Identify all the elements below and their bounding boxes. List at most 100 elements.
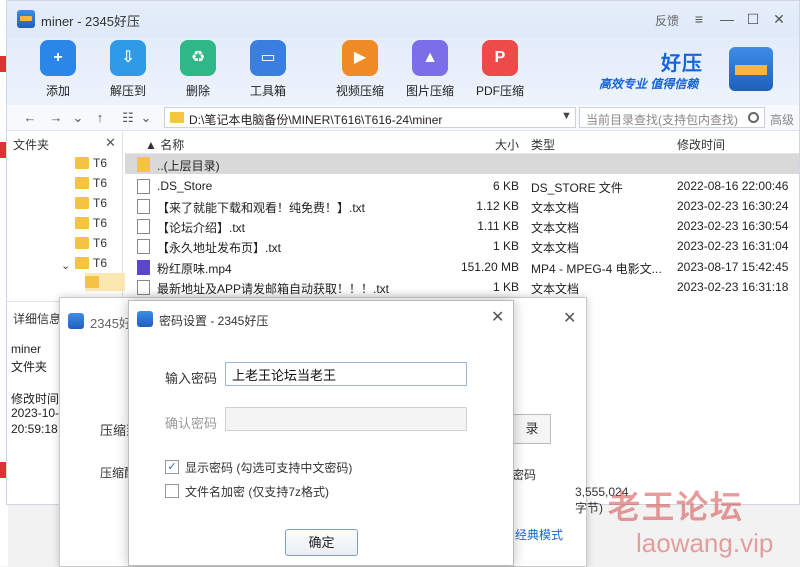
list-item[interactable]: 最新地址及APP请发邮箱自动获取！！！.txt 1 KB 文本文档 2023-0… xyxy=(125,277,799,297)
back-arrow-icon[interactable]: ← xyxy=(21,109,39,127)
tree-item[interactable]: T6 xyxy=(75,174,115,192)
file-size: 6 KB xyxy=(492,179,519,193)
tree-expand-icon[interactable]: ⌄ xyxy=(61,259,70,272)
details-title: 详细信息 xyxy=(13,312,62,326)
show-password-checkbox[interactable]: ✓ xyxy=(165,460,179,474)
text-file-icon xyxy=(137,199,150,214)
file-icon xyxy=(137,179,150,194)
folder-icon xyxy=(75,157,89,169)
file-type: 文本文档 xyxy=(531,282,580,296)
file-type: MP4 - MPEG-4 电影文... xyxy=(531,262,662,276)
file-name: 【来了就能下载和观看！纯免费！】.txt xyxy=(157,201,366,215)
menu-icon[interactable]: ≡ xyxy=(689,9,709,29)
brand-title: 好压 xyxy=(661,53,703,75)
image-compress-button[interactable]: ▲ 图片压缩 xyxy=(395,37,465,105)
name-column-header[interactable]: ▲ 名称 xyxy=(145,136,184,153)
chevron-down-icon[interactable]: ⌄ xyxy=(69,109,87,127)
brand-logo-icon xyxy=(729,47,773,91)
file-name: 最新地址及APP请发邮箱自动获取！！！.txt xyxy=(157,282,390,296)
file-name: 【永久地址发布页】.txt xyxy=(157,241,282,255)
maximize-button[interactable]: ☐ xyxy=(743,9,763,29)
toolbox-icon: ▭ xyxy=(250,40,286,76)
video-icon: ▶ xyxy=(342,40,378,76)
forward-arrow-icon[interactable]: → xyxy=(47,109,65,127)
type-column-header[interactable]: 类型 xyxy=(531,136,555,153)
list-item[interactable]: 粉红原味.mp4 151.20 MB MP4 - MPEG-4 电影文... 2… xyxy=(125,257,799,277)
folder-icon xyxy=(75,257,89,269)
encrypt-filenames-checkbox[interactable] xyxy=(165,484,179,498)
app-logo-icon xyxy=(137,311,153,327)
sidebar-close-icon[interactable]: ✕ xyxy=(105,135,116,151)
text-file-icon xyxy=(137,239,150,254)
video-compress-label: 视频压缩 xyxy=(335,84,384,98)
search-input[interactable]: 当前目录查找(支持包内查找) xyxy=(579,107,765,128)
view-dropdown-icon[interactable]: ⌄ xyxy=(137,109,155,127)
list-item[interactable]: 【来了就能下载和观看！纯免费！】.txt 1.12 KB 文本文档 2023-0… xyxy=(125,196,799,216)
view-mode-icon[interactable]: ☷ xyxy=(119,109,137,127)
delete-label: 删除 xyxy=(185,84,210,98)
app-logo-icon xyxy=(68,313,84,329)
password-button[interactable]: 密码 xyxy=(512,466,536,483)
list-item[interactable]: 【论坛介绍】.txt 1.11 KB 文本文档 2023-02-23 16:30… xyxy=(125,216,799,236)
file-size: 1.12 KB xyxy=(476,199,519,213)
search-placeholder: 当前目录查找(支持包内查找) xyxy=(586,113,738,127)
advanced-search-button[interactable]: 高级 xyxy=(770,111,794,128)
extract-box-icon: ⇩ xyxy=(110,40,146,76)
details-modified-label: 修改时间 xyxy=(11,392,60,406)
extract-button[interactable]: ⇩ 解压到 xyxy=(93,37,163,105)
video-file-icon xyxy=(137,260,150,275)
details-panel: 详细信息 miner 文件夹 修改时间 2023-10- 20:59:18 xyxy=(7,301,67,501)
search-icon[interactable] xyxy=(748,112,759,123)
video-compress-button[interactable]: ▶ 视频压缩 xyxy=(325,37,395,105)
tree-item[interactable]: T6 xyxy=(75,254,115,272)
file-type: DS_STORE 文件 xyxy=(531,181,623,195)
size-column-header[interactable]: 大小 xyxy=(495,136,519,153)
sidebar-header: 文件夹 xyxy=(13,138,50,152)
tree-item[interactable]: T6 xyxy=(75,234,115,252)
file-size: 1.11 KB xyxy=(477,219,519,233)
list-item-parent[interactable]: ..(上层目录) xyxy=(125,154,799,174)
tree-item[interactable]: T6 xyxy=(75,214,115,232)
details-type: 文件夹 xyxy=(11,360,48,374)
folder-icon xyxy=(170,112,184,123)
minimize-button[interactable]: — xyxy=(717,9,737,29)
password-dialog: 密码设置 - 2345好压 ✕ 输入密码 确认密码 ✓ 显示密码 (勾选可支持中… xyxy=(128,300,514,566)
list-item[interactable]: 【永久地址发布页】.txt 1 KB 文本文档 2023-02-23 16:31… xyxy=(125,236,799,256)
confirm-password-input[interactable] xyxy=(225,407,467,431)
file-name: 粉红原味.mp4 xyxy=(157,262,232,276)
path-dropdown-icon[interactable]: ▼ xyxy=(561,110,572,122)
ok-button[interactable]: 确定 xyxy=(285,529,358,556)
details-name: miner xyxy=(11,342,42,356)
tree-item[interactable]: T6 xyxy=(75,154,115,172)
tree-item[interactable]: T6 xyxy=(75,194,115,212)
watermark-url: laowang.vip xyxy=(636,528,774,558)
delete-button[interactable]: ♻ 删除 xyxy=(163,37,233,105)
up-arrow-icon[interactable]: ↑ xyxy=(91,109,109,127)
add-button[interactable]: + 添加 xyxy=(23,37,93,105)
file-modified: 2023-08-17 15:42:45 xyxy=(677,260,789,274)
close-button[interactable]: ✕ xyxy=(769,9,789,29)
close-icon[interactable]: ✕ xyxy=(563,308,576,328)
folder-sidebar: 文件夹 ✕ T6 T6 T6 T6 T6 T6 ⌄ xyxy=(7,132,125,297)
window-title: miner - 2345好压 xyxy=(41,14,140,29)
title-bar: miner - 2345好压 反馈 ≡ — ☐ ✕ xyxy=(7,1,799,37)
feedback-link[interactable]: 反馈 xyxy=(655,12,679,29)
pdf-compress-button[interactable]: P PDF压缩 xyxy=(465,37,535,105)
file-size: 1 KB xyxy=(492,239,519,253)
add-box-icon: + xyxy=(40,40,76,76)
close-icon[interactable]: ✕ xyxy=(491,307,504,327)
browse-button[interactable]: 录 xyxy=(513,414,551,444)
folder-icon xyxy=(75,237,89,249)
file-modified: 2023-02-23 16:31:18 xyxy=(677,280,789,294)
tree-item-selected[interactable] xyxy=(85,273,125,291)
toolbox-button[interactable]: ▭ 工具箱 xyxy=(233,37,303,105)
path-input[interactable]: D:\笔记本电脑备份\MINER\T616\T616-24\miner ▼ xyxy=(164,107,576,128)
file-name: .DS_Store xyxy=(157,179,213,193)
folder-icon xyxy=(137,157,150,172)
password-input[interactable] xyxy=(225,362,467,386)
path-text: D:\笔记本电脑备份\MINER\T616\T616-24\miner xyxy=(189,113,443,127)
list-item[interactable]: .DS_Store 6 KB DS_STORE 文件 2022-08-16 22… xyxy=(125,176,799,196)
classic-mode-link[interactable]: 经典模式 xyxy=(515,526,563,543)
list-header: ▲ 名称 大小 类型 修改时间 xyxy=(125,132,799,154)
modified-column-header[interactable]: 修改时间 xyxy=(677,136,725,153)
